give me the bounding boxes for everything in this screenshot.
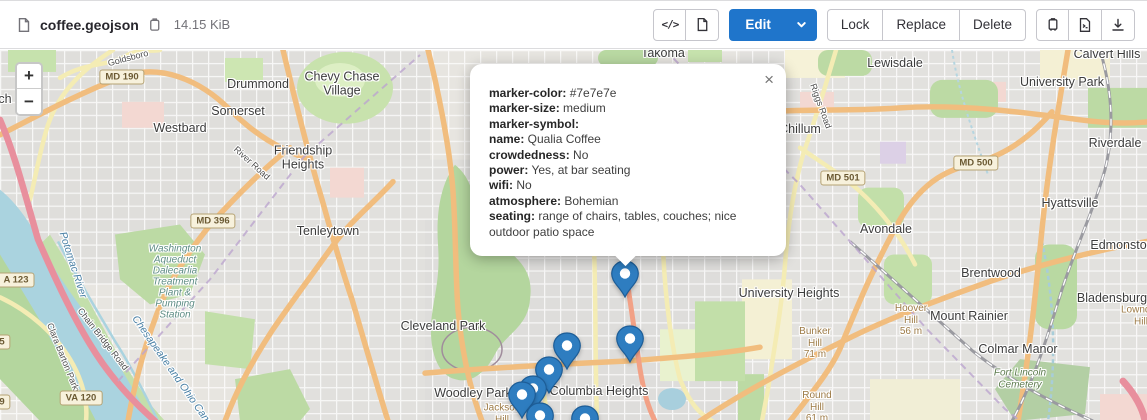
feature-property: marker-color: #7e7e7e	[489, 86, 762, 101]
file-header-toolbar: coffee.geojson 14.15 KiB </> Edit	[0, 1, 1147, 49]
feature-property: name: Qualia Coffee	[489, 132, 762, 147]
feature-popup: marker-color: #7e7e7emarker-size: medium…	[470, 64, 786, 256]
feature-property: marker-size: medium	[489, 101, 762, 116]
download-button[interactable]	[1102, 9, 1135, 41]
chevron-down-icon	[795, 18, 808, 31]
copy-path-icon	[147, 17, 162, 32]
zoom-out-button[interactable]: −	[17, 89, 41, 114]
edit-split-button: Edit	[729, 9, 817, 41]
map-marker[interactable]	[615, 325, 645, 363]
copy-contents-button[interactable]	[1036, 9, 1069, 41]
lock-button[interactable]: Lock	[827, 9, 884, 41]
copy-file-path-button[interactable]	[147, 17, 162, 32]
file-name: coffee.geojson	[40, 17, 139, 33]
map-marker[interactable]	[570, 405, 600, 420]
feature-property: wifi: No	[489, 178, 762, 193]
feature-property: power: Yes, at bar seating	[489, 163, 762, 178]
feature-property: atmosphere: Bohemian	[489, 194, 762, 209]
file-info: coffee.geojson 14.15 KiB	[16, 17, 230, 33]
feature-properties: marker-color: #7e7e7emarker-size: medium…	[489, 86, 762, 240]
map-marker[interactable]	[525, 402, 555, 420]
file-viewer: coffee.geojson 14.15 KiB </> Edit	[0, 0, 1147, 420]
map-zoom-control: + −	[15, 62, 43, 116]
feature-property: marker-symbol:	[489, 117, 762, 132]
file-utility-group	[1036, 9, 1135, 41]
view-toggle-group: </>	[653, 9, 719, 41]
toolbar-actions: </> Edit Lock Replace Delete	[653, 9, 1135, 41]
file-size: 14.15 KiB	[174, 17, 230, 32]
delete-button[interactable]: Delete	[960, 9, 1026, 41]
open-raw-button[interactable]	[1069, 9, 1102, 41]
feature-property: crowdedness: No	[489, 148, 762, 163]
geojson-map[interactable]: DrummondChevy Chase VillageSomersetWestb…	[0, 50, 1147, 420]
display-source-button[interactable]: </>	[653, 9, 686, 41]
document-icon	[16, 17, 32, 33]
raw-file-icon	[1077, 17, 1093, 33]
edit-dropdown-button[interactable]	[787, 9, 817, 41]
replace-button[interactable]: Replace	[883, 9, 960, 41]
code-icon: </>	[661, 18, 678, 31]
edit-button[interactable]: Edit	[729, 9, 787, 41]
popup-close-button[interactable]: ×	[762, 69, 776, 90]
download-icon	[1110, 17, 1126, 33]
rendered-file-icon	[695, 17, 710, 32]
file-actions-group: Lock Replace Delete	[827, 9, 1026, 41]
copy-contents-icon	[1045, 17, 1061, 33]
zoom-in-button[interactable]: +	[17, 64, 41, 89]
display-rendered-button[interactable]	[686, 9, 719, 41]
feature-property: seating: range of chairs, tables, couche…	[489, 209, 762, 240]
